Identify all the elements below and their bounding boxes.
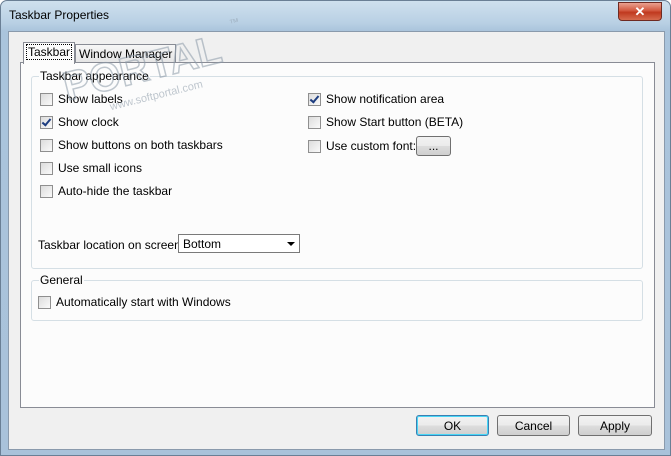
general-title: General xyxy=(39,273,84,287)
close-icon: ✕ xyxy=(634,4,646,19)
use-small-icons-label: Use small icons xyxy=(58,161,143,175)
dropdown-arrow-icon xyxy=(287,242,295,246)
taskbar-tab-panel: Taskbar appearance Show labels Show cloc… xyxy=(20,62,655,408)
auto-start-with-windows-box[interactable] xyxy=(38,295,51,309)
taskbar-location-select[interactable]: Bottom xyxy=(178,234,300,253)
show-start-button-checkbox[interactable]: Show Start button (BETA) xyxy=(308,114,463,130)
show-clock-label: Show clock xyxy=(58,115,119,129)
use-small-icons-box[interactable] xyxy=(40,161,53,175)
auto-hide-taskbar-box[interactable] xyxy=(40,184,53,198)
show-notification-area-box[interactable] xyxy=(308,92,321,106)
use-small-icons-checkbox[interactable]: Use small icons xyxy=(40,160,142,176)
taskbar-appearance-title: Taskbar appearance xyxy=(39,69,150,83)
show-buttons-both-taskbars-box[interactable] xyxy=(40,138,53,152)
tab-taskbar[interactable]: Taskbar xyxy=(23,42,76,64)
show-notification-area-label: Show notification area xyxy=(326,92,445,106)
choose-font-button[interactable]: ... xyxy=(416,136,451,156)
auto-hide-taskbar-checkbox[interactable]: Auto-hide the taskbar xyxy=(40,183,172,199)
use-custom-font-box[interactable] xyxy=(308,139,321,153)
cancel-button[interactable]: Cancel xyxy=(497,415,570,436)
show-start-button-label: Show Start button (BETA) xyxy=(326,115,464,129)
dialog-client-area: Taskbar Window Manager Taskbar appearanc… xyxy=(8,31,665,450)
ok-button[interactable]: OK xyxy=(416,415,489,436)
ok-button-label: OK xyxy=(443,418,462,433)
taskbar-location-label: Taskbar location on screen xyxy=(38,238,181,252)
tab-window-manager[interactable]: Window Manager xyxy=(75,44,177,64)
auto-start-with-windows-label: Automatically start with Windows xyxy=(56,295,231,309)
show-labels-box[interactable] xyxy=(40,92,53,106)
use-custom-font-checkbox[interactable]: Use custom font: xyxy=(308,138,416,154)
title-bar[interactable]: Taskbar Properties ✕ xyxy=(1,1,670,31)
show-buttons-both-taskbars-label: Show buttons on both taskbars xyxy=(58,138,223,152)
show-clock-box[interactable] xyxy=(40,115,53,129)
close-button[interactable]: ✕ xyxy=(618,2,662,21)
general-group: General Automatically start with Windows xyxy=(31,273,643,321)
show-buttons-both-taskbars-checkbox[interactable]: Show buttons on both taskbars xyxy=(40,137,223,153)
choose-font-button-label: ... xyxy=(428,139,439,153)
tab-taskbar-label: Taskbar xyxy=(25,44,73,60)
taskbar-location-value: Bottom xyxy=(183,237,222,251)
window-title: Taskbar Properties xyxy=(9,8,110,22)
show-labels-checkbox[interactable]: Show labels xyxy=(40,91,123,107)
show-start-button-box[interactable] xyxy=(308,115,321,129)
show-clock-checkbox[interactable]: Show clock xyxy=(40,114,119,130)
tab-window-manager-label: Window Manager xyxy=(79,47,173,61)
taskbar-appearance-group: Taskbar appearance Show labels Show cloc… xyxy=(31,69,643,269)
taskbar-properties-window: Taskbar Properties ✕ Taskbar Window Mana… xyxy=(0,0,671,456)
use-custom-font-label: Use custom font: xyxy=(326,139,417,153)
show-notification-area-checkbox[interactable]: Show notification area xyxy=(308,91,444,107)
apply-button-label: Apply xyxy=(599,418,631,433)
apply-button[interactable]: Apply xyxy=(578,415,652,436)
show-labels-label: Show labels xyxy=(58,92,123,106)
cancel-button-label: Cancel xyxy=(514,418,553,433)
auto-hide-taskbar-label: Auto-hide the taskbar xyxy=(58,184,173,198)
auto-start-with-windows-checkbox[interactable]: Automatically start with Windows xyxy=(38,294,231,310)
